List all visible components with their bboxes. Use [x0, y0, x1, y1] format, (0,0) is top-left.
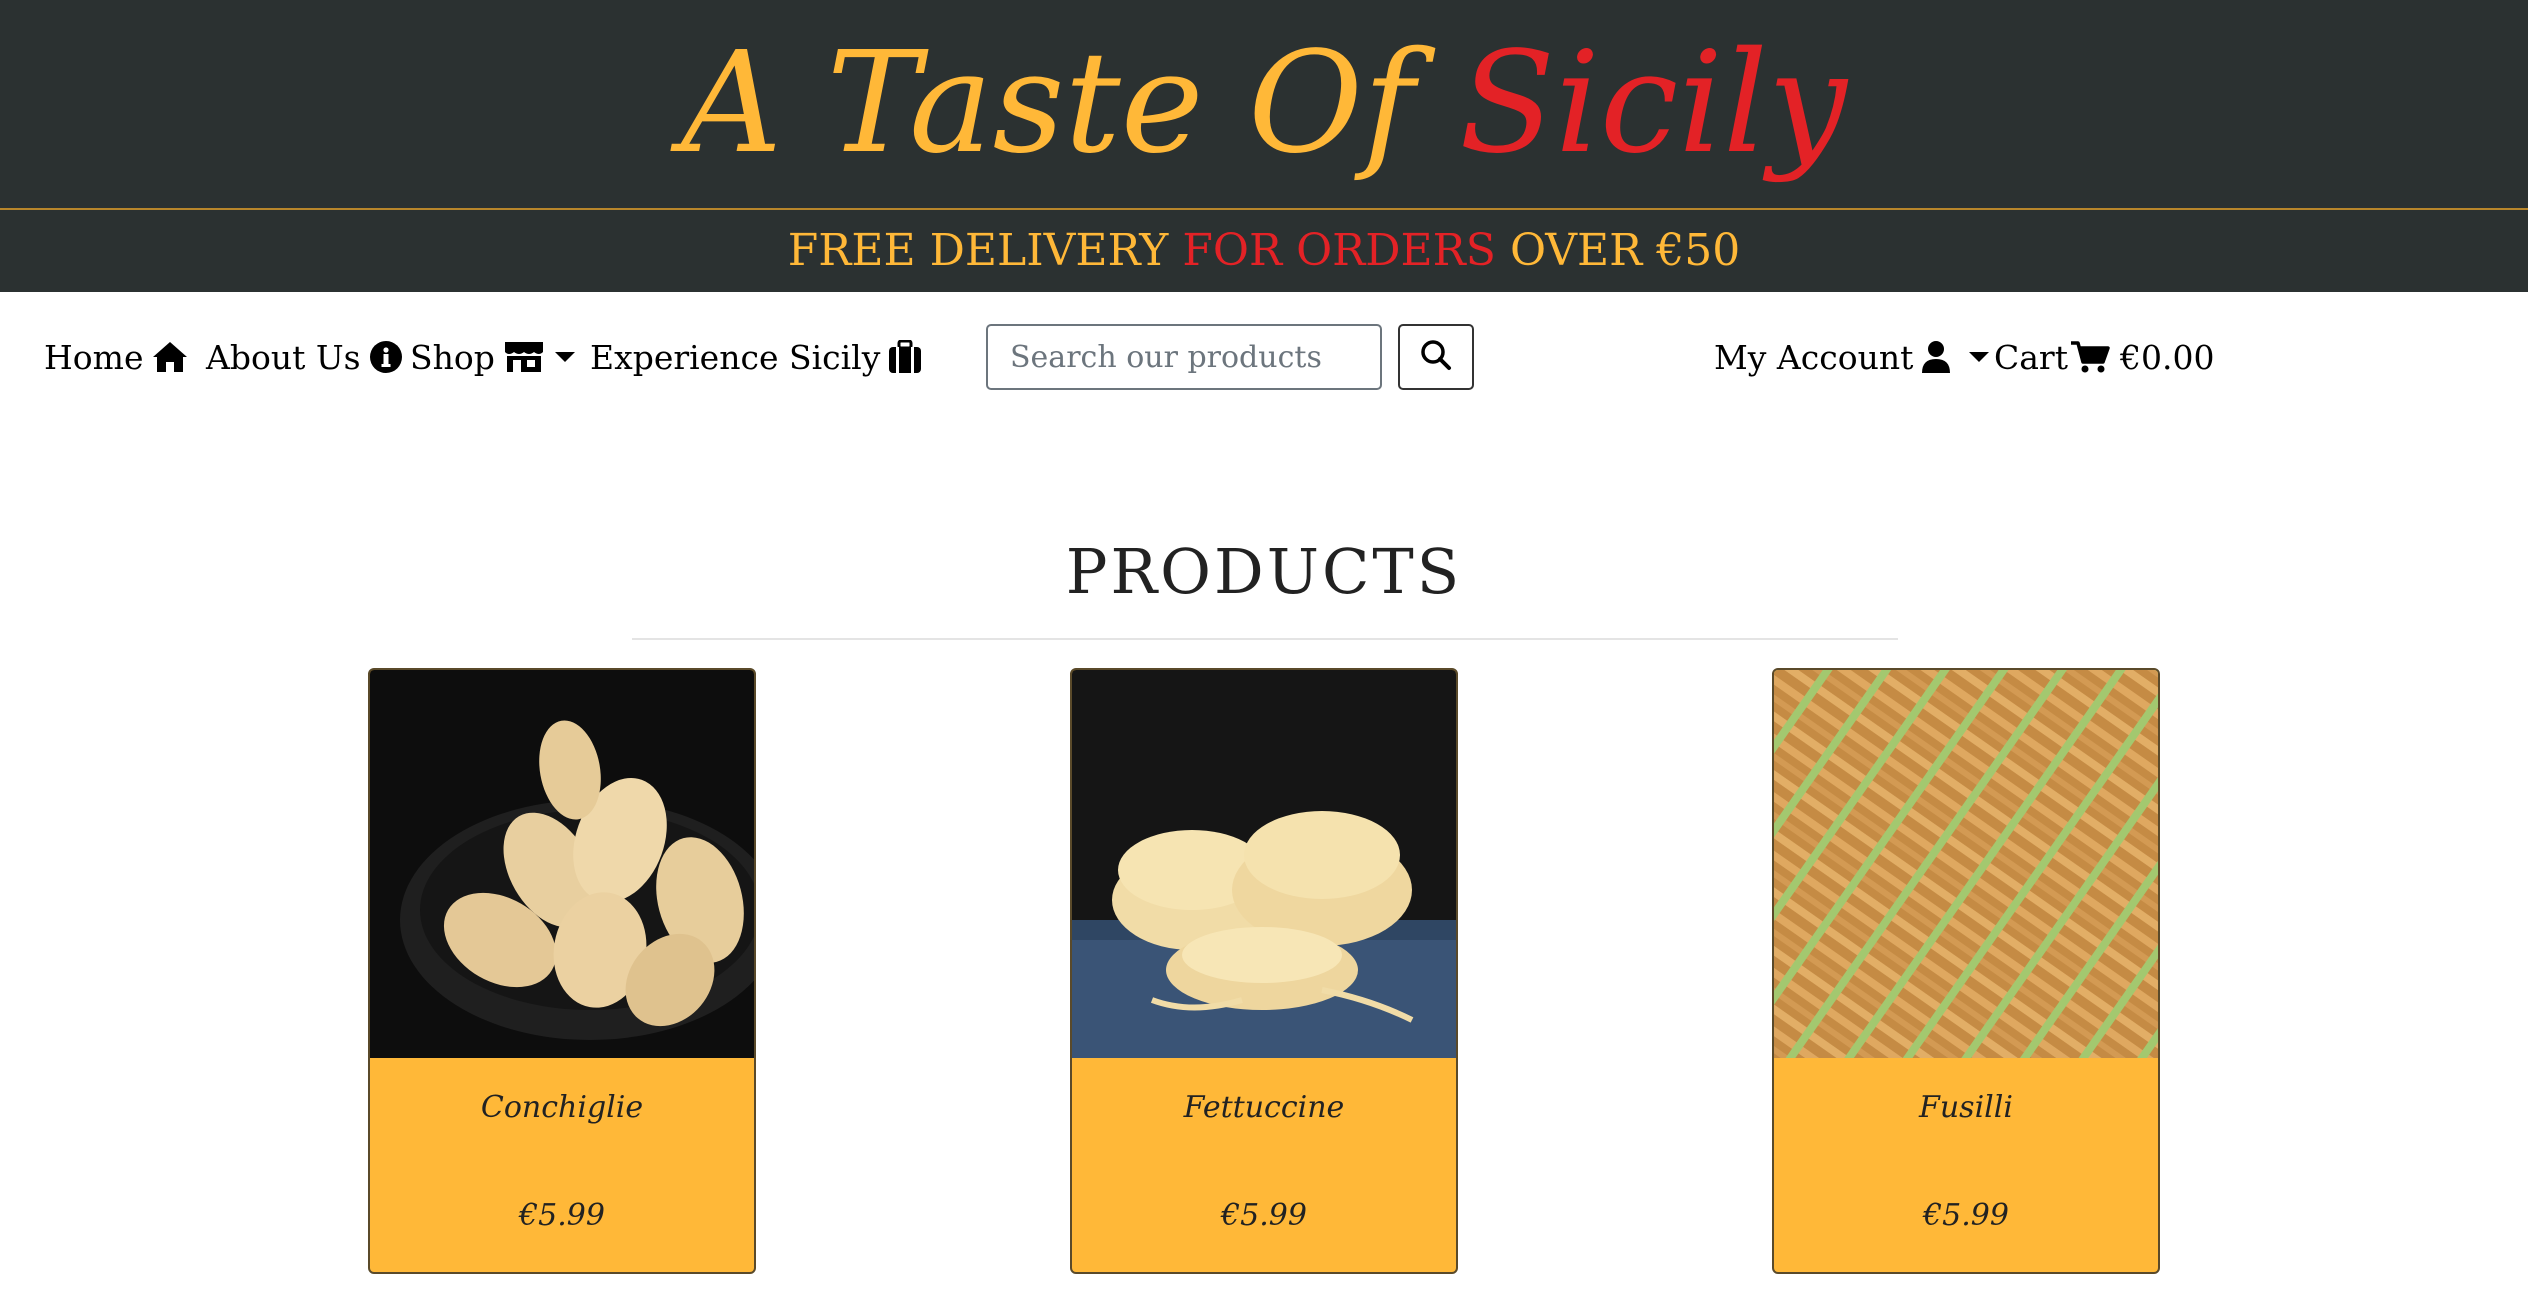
chevron-down-icon	[554, 352, 575, 362]
brand-part1: A Taste Of	[681, 22, 1415, 185]
banner-part3: OVER €50	[1509, 225, 1741, 276]
nav-home[interactable]: Home	[44, 322, 189, 392]
nav-cart[interactable]: Cart €0.00	[1994, 322, 2214, 392]
search-button[interactable]	[1398, 324, 1474, 390]
product-name[interactable]: Conchiglie	[370, 1090, 754, 1125]
nav-shop-dropdown[interactable]: Shop	[410, 322, 575, 392]
nav-shop-label: Shop	[410, 337, 495, 377]
product-card[interactable]: Fusilli €5.99	[1772, 668, 2160, 1274]
brand-part2: Sicily	[1459, 22, 1847, 185]
product-name[interactable]: Fettuccine	[1072, 1090, 1456, 1125]
banner-part1: FREE DELIVERY	[787, 225, 1169, 276]
nav-account-label: My Account	[1714, 337, 1914, 377]
cart-icon	[2070, 340, 2110, 374]
nav-cart-label: Cart	[1994, 337, 2068, 377]
page-title: PRODUCTS	[1065, 535, 1463, 608]
store-icon	[503, 340, 545, 374]
brand-logo[interactable]: A Taste Of Sicily	[0, 0, 2528, 208]
cart-total: €0.00	[2119, 337, 2215, 377]
nav-about[interactable]: About Us	[206, 322, 403, 392]
product-image-conchiglie[interactable]	[370, 670, 754, 1058]
home-icon	[151, 340, 189, 374]
nav-about-label: About Us	[206, 337, 361, 377]
nav-home-label: Home	[44, 337, 144, 377]
product-image-fettuccine[interactable]	[1072, 670, 1456, 1058]
product-card[interactable]: Conchiglie €5.99	[368, 668, 756, 1274]
product-card[interactable]: Fettuccine €5.99	[1070, 668, 1458, 1274]
user-icon	[1921, 340, 1951, 374]
chevron-down-icon	[1969, 352, 1990, 362]
nav-experience-label: Experience Sicily	[590, 337, 881, 377]
suitcase-icon	[888, 340, 922, 374]
delivery-banner: FREE DELIVERY FOR ORDERS OVER €50	[0, 210, 2528, 292]
nav-account-dropdown[interactable]: My Account	[1714, 322, 1990, 392]
search-icon	[1420, 339, 1452, 375]
product-price: €5.99	[519, 1198, 605, 1233]
product-image-fusilli[interactable]	[1774, 670, 2158, 1058]
nav-experience[interactable]: Experience Sicily	[590, 322, 922, 392]
search-input[interactable]	[986, 324, 1382, 390]
product-price: €5.99	[1221, 1198, 1307, 1233]
title-divider	[632, 638, 1898, 640]
info-icon	[369, 340, 403, 374]
banner-part2: FOR ORDERS	[1182, 225, 1496, 276]
product-price: €5.99	[1923, 1198, 2009, 1233]
product-name[interactable]: Fusilli	[1774, 1090, 2158, 1125]
